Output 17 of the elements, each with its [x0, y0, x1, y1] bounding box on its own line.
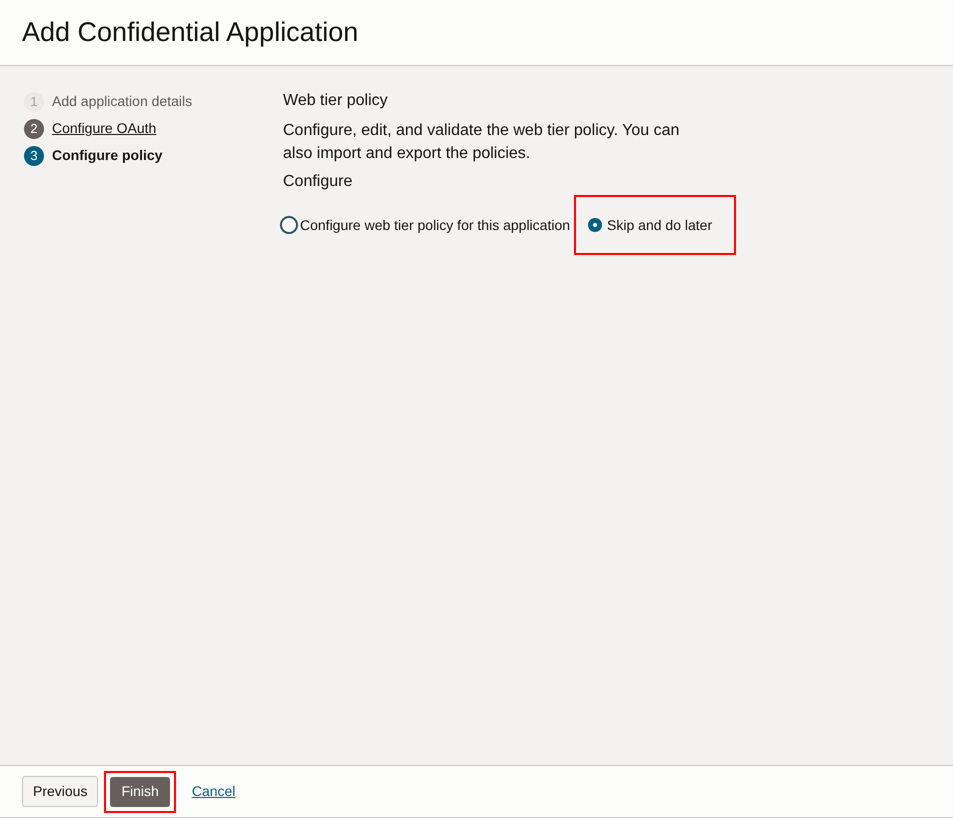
section-title: Web tier policy [283, 91, 389, 111]
page-title: Add Confidential Application [22, 16, 358, 50]
step-number: 2 [24, 118, 44, 138]
step-number: 3 [24, 146, 44, 166]
radio-label[interactable]: Configure web tier policy for this application [300, 214, 570, 236]
group-label: Configure [283, 172, 354, 192]
cancel-link[interactable]: Cancel [192, 781, 236, 802]
step-number: 1 [24, 92, 44, 112]
step-label: Add application details [52, 92, 192, 111]
radio-button[interactable] [588, 218, 602, 232]
previous-button[interactable]: Previous [22, 776, 98, 807]
step-label: Configure policy [52, 146, 162, 165]
radio-button[interactable] [280, 216, 298, 234]
finish-button[interactable]: Finish [110, 776, 170, 806]
radio-label[interactable]: Skip and do later [607, 214, 712, 236]
section-description: Configure, edit, and validate the web tier policy. You can also import and export the policies. [283, 121, 680, 164]
step-label[interactable]: Configure OAuth [52, 118, 156, 139]
